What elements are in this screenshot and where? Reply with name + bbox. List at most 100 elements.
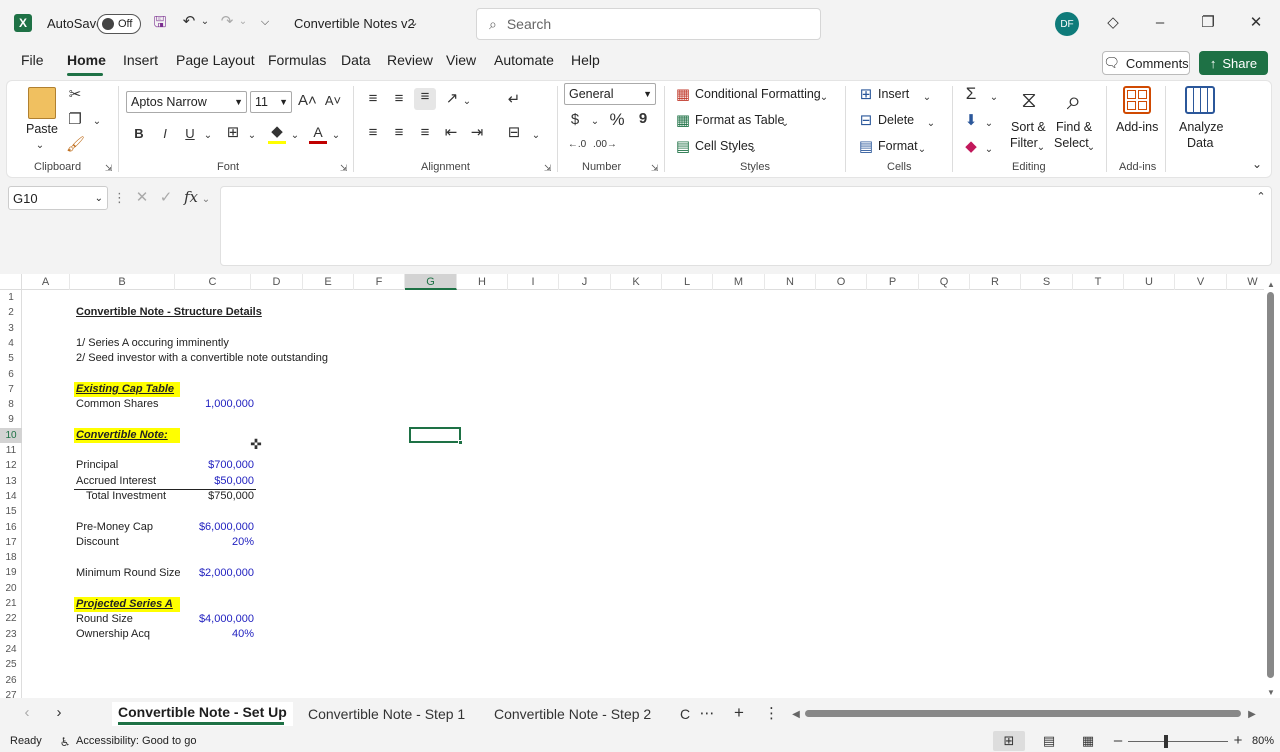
- fill-dropdown-icon[interactable]: ⌄: [290, 127, 300, 145]
- restore-icon[interactable]: ❐: [1200, 14, 1216, 32]
- row-header-23[interactable]: 23: [0, 627, 22, 642]
- search-box[interactable]: ⌕ Search: [476, 8, 821, 40]
- next-sheet-icon[interactable]: ›: [52, 704, 66, 722]
- column-header-k[interactable]: K: [611, 274, 662, 290]
- tab-data[interactable]: Data: [341, 52, 371, 76]
- row-header-7[interactable]: 7: [0, 382, 22, 397]
- column-header-s[interactable]: S: [1021, 274, 1073, 290]
- number-launcher-icon[interactable]: ⇲: [651, 163, 659, 174]
- row-header-6[interactable]: 6: [0, 367, 22, 382]
- sheet-tab-step-2[interactable]: Convertible Note - Step 2: [494, 706, 651, 730]
- formula-collapse-icon[interactable]: ⌃: [1255, 188, 1267, 206]
- orientation-dropdown-icon[interactable]: ⌄: [462, 93, 472, 111]
- borders-dropdown-icon[interactable]: ⌄: [247, 127, 257, 145]
- format-dropdown-icon[interactable]: ⌄: [917, 141, 927, 159]
- row-header-2[interactable]: 2: [0, 305, 22, 320]
- zoom-in-icon[interactable]: +: [1232, 732, 1244, 750]
- close-icon[interactable]: ✕: [1248, 14, 1264, 32]
- sort-filter-label-2[interactable]: Filter: [1010, 136, 1038, 150]
- undo-dropdown-icon[interactable]: ⌄: [200, 13, 210, 31]
- sort-filter-icon[interactable]: ⧖: [1014, 86, 1044, 114]
- row-header-1[interactable]: 1: [0, 290, 22, 305]
- row-header-19[interactable]: 19: [0, 565, 22, 580]
- merge-dropdown-icon[interactable]: ⌄: [531, 127, 541, 145]
- row-header-25[interactable]: 25: [0, 657, 22, 672]
- decrease-indent-icon[interactable]: ⇤: [442, 124, 460, 142]
- sheet-tab-truncated[interactable]: C: [680, 706, 690, 730]
- save-icon[interactable]: 🖫: [151, 14, 169, 32]
- cell-b17[interactable]: Discount: [76, 535, 119, 550]
- insert-cells-button[interactable]: Insert: [878, 87, 909, 101]
- insert-function-button[interactable]: fx: [182, 188, 200, 206]
- fill-color-icon[interactable]: ◆: [268, 123, 286, 144]
- redo-dropdown-icon[interactable]: ⌄: [238, 13, 248, 31]
- fill-dropdown-icon[interactable]: ⌄: [984, 115, 994, 133]
- undo-icon[interactable]: ↶: [180, 13, 198, 31]
- align-top-icon[interactable]: ≡: [364, 90, 382, 108]
- increase-font-icon[interactable]: A˄: [298, 92, 317, 110]
- zoom-level[interactable]: 80%: [1252, 735, 1274, 747]
- conditional-formatting-button[interactable]: Conditional Formatting: [695, 87, 821, 101]
- comments-button[interactable]: 🗨 Comments: [1102, 51, 1190, 75]
- zoom-slider-thumb[interactable]: [1164, 735, 1168, 748]
- comma-button[interactable]: 9: [636, 110, 650, 128]
- row-header-18[interactable]: 18: [0, 550, 22, 565]
- cell-b14[interactable]: Total Investment: [86, 489, 166, 504]
- column-header-t[interactable]: T: [1073, 274, 1124, 290]
- font-launcher-icon[interactable]: ⇲: [340, 163, 348, 174]
- column-header-u[interactable]: U: [1124, 274, 1175, 290]
- sheet-options-icon[interactable]: ⋮: [764, 705, 779, 723]
- orientation-icon[interactable]: ↗: [443, 90, 461, 108]
- increase-indent-icon[interactable]: ⇥: [468, 124, 486, 142]
- find-select-label-2[interactable]: Select: [1054, 136, 1089, 150]
- paste-dropdown-icon[interactable]: ⌄: [34, 137, 46, 155]
- align-center-icon[interactable]: ≡: [390, 124, 408, 142]
- cell-b8[interactable]: Common Shares: [76, 397, 159, 412]
- merge-center-icon[interactable]: ⊟: [505, 124, 523, 142]
- row-header-8[interactable]: 8: [0, 397, 22, 412]
- column-header-r[interactable]: R: [970, 274, 1021, 290]
- page-layout-view-icon[interactable]: ▤: [1041, 732, 1057, 750]
- redo-icon[interactable]: ↷: [218, 13, 236, 31]
- conditional-dropdown-icon[interactable]: ⌄: [819, 89, 829, 107]
- copy-icon[interactable]: ❐: [66, 111, 84, 129]
- title-dropdown-icon[interactable]: ⌄: [408, 14, 420, 32]
- tab-insert[interactable]: Insert: [123, 52, 158, 76]
- cell-b10[interactable]: Convertible Note:: [76, 428, 168, 443]
- sort-filter-label-1[interactable]: Sort &: [1011, 120, 1046, 134]
- number-format-select[interactable]: General ▼: [564, 83, 656, 105]
- tab-review[interactable]: Review: [387, 52, 433, 76]
- format-cells-icon[interactable]: ▤: [858, 138, 874, 156]
- cell-styles-icon[interactable]: ▤: [675, 138, 691, 156]
- cell-c13[interactable]: $50,000: [180, 474, 254, 489]
- more-options-icon[interactable]: ⋮: [113, 189, 126, 207]
- column-header-g[interactable]: G: [405, 274, 457, 290]
- row-header-16[interactable]: 16: [0, 520, 22, 535]
- horizontal-scroll-thumb[interactable]: [805, 710, 1241, 717]
- format-as-table-button[interactable]: Format as Table: [695, 113, 784, 127]
- tab-view[interactable]: View: [446, 52, 476, 76]
- row-header-14[interactable]: 14: [0, 489, 22, 504]
- tab-file[interactable]: File: [21, 52, 44, 76]
- clipboard-launcher-icon[interactable]: ⇲: [105, 163, 113, 174]
- row-header-17[interactable]: 17: [0, 535, 22, 550]
- currency-button[interactable]: $: [568, 111, 582, 129]
- formula-input[interactable]: [220, 186, 1272, 266]
- cell-c22[interactable]: $4,000,000: [180, 612, 254, 627]
- column-header-f[interactable]: F: [354, 274, 405, 290]
- scroll-left-icon[interactable]: ◀: [790, 706, 802, 724]
- column-header-j[interactable]: J: [559, 274, 611, 290]
- align-bottom-icon[interactable]: ≡: [414, 88, 436, 110]
- insert-cells-icon[interactable]: ⊞: [858, 86, 874, 104]
- row-header-24[interactable]: 24: [0, 642, 22, 657]
- fill-down-icon[interactable]: ⬇: [962, 112, 980, 130]
- tab-page-layout[interactable]: Page Layout: [176, 52, 255, 76]
- percent-button[interactable]: %: [608, 111, 626, 129]
- autosum-dropdown-icon[interactable]: ⌄: [989, 89, 999, 107]
- tab-help[interactable]: Help: [571, 52, 600, 76]
- analyze-data-label-2[interactable]: Data: [1187, 136, 1213, 150]
- name-box[interactable]: G10 ⌄: [8, 186, 108, 210]
- more-sheets-icon[interactable]: ⋯: [698, 705, 716, 723]
- row-header-10[interactable]: 10: [0, 427, 22, 443]
- row-header-13[interactable]: 13: [0, 474, 22, 489]
